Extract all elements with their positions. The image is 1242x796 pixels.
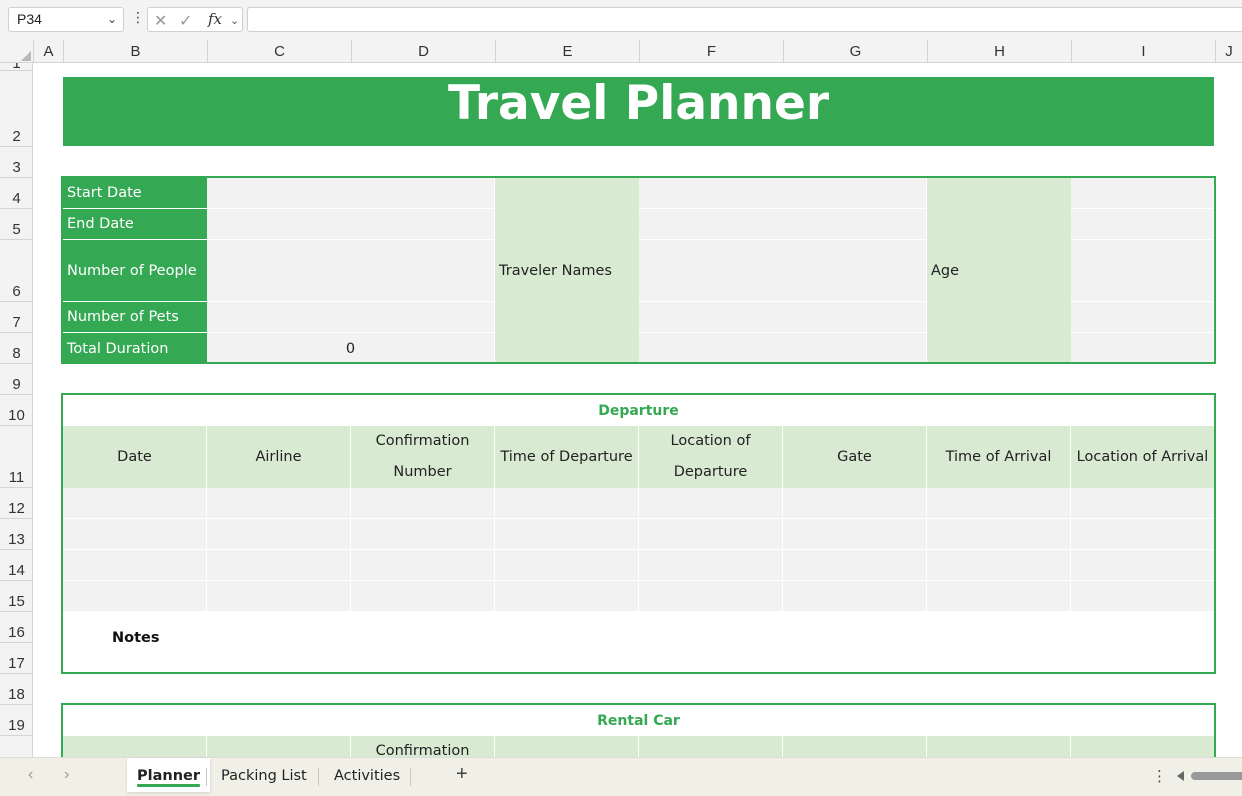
row-header-12[interactable]: 12 [0, 488, 32, 519]
row-header-5[interactable]: 5 [0, 209, 32, 240]
add-sheet-icon[interactable]: + [456, 763, 468, 786]
row-header-14[interactable]: 14 [0, 550, 32, 581]
name-box-value: P34 [17, 11, 42, 27]
formula-buttons: ✕ ✓ fx ⌄ [147, 7, 243, 32]
row-header-18[interactable]: 18 [0, 674, 32, 705]
column-header-bar: A B C D E F G H I J [0, 40, 1242, 63]
horizontal-scrollbar[interactable] [1177, 771, 1242, 781]
tab-divider [318, 768, 319, 786]
sheet-tab-label: Activities [334, 768, 401, 784]
column-header-h[interactable]: H [927, 40, 1071, 63]
confirm-icon[interactable]: ✓ [179, 11, 192, 31]
column-header-a[interactable]: A [33, 40, 63, 63]
sheet-tab-bar: ‹ › Planner Packing List Activities + ⋮ [0, 757, 1242, 796]
sheet-tab-label: Packing List [221, 768, 307, 784]
sheet-tab-activities[interactable]: Activities [324, 758, 410, 792]
row-header-10[interactable]: 10 [0, 395, 32, 426]
row-header-11[interactable]: 11 [0, 426, 32, 488]
row-header-19[interactable]: 19 [0, 705, 32, 736]
chevron-down-icon[interactable]: ⌄ [230, 14, 239, 27]
row-header-6[interactable]: 6 [0, 240, 32, 302]
row-header-7[interactable]: 7 [0, 302, 32, 333]
scroll-left-icon[interactable] [1177, 771, 1184, 781]
column-header-b[interactable]: B [63, 40, 207, 63]
name-box[interactable]: P34 ⌄ [8, 7, 124, 32]
active-tab-indicator [137, 784, 201, 787]
column-header-j[interactable]: J [1215, 40, 1242, 63]
column-header-f[interactable]: F [639, 40, 783, 63]
column-header-c[interactable]: C [207, 40, 351, 63]
worksheet-grid[interactable]: Travel Planner Start Date End Date Numbe… [33, 63, 1242, 757]
column-header-e[interactable]: E [495, 40, 639, 63]
row-header-9[interactable]: 9 [0, 364, 32, 395]
sheet-tab-packing-list[interactable]: Packing List [211, 758, 317, 792]
row-header-1[interactable]: 1 [0, 63, 32, 71]
chevron-right-icon[interactable]: › [64, 766, 69, 784]
tab-divider [410, 768, 411, 786]
row-header-16[interactable]: 16 [0, 612, 32, 643]
formula-bar: P34 ⌄ ⋮ ✕ ✓ fx ⌄ [0, 0, 1242, 40]
function-icon[interactable]: fx [208, 10, 222, 28]
sheet-tab-label: Planner [137, 768, 201, 784]
row-header-4[interactable]: 4 [0, 178, 32, 209]
row-header-3[interactable]: 3 [0, 147, 32, 178]
row-header-17[interactable]: 17 [0, 643, 32, 674]
more-options-icon[interactable]: ⋮ [1152, 767, 1167, 785]
rental-car-section-border [61, 703, 1216, 757]
column-header-d[interactable]: D [351, 40, 495, 63]
row-header-13[interactable]: 13 [0, 519, 32, 550]
column-header-g[interactable]: G [783, 40, 927, 63]
departure-section-border [61, 393, 1216, 674]
row-header-bar: 1 2 3 4 5 6 7 8 9 10 11 12 13 14 15 16 1… [0, 63, 33, 757]
chevron-left-icon[interactable]: ‹ [28, 766, 33, 784]
more-options-icon[interactable]: ⋮ [131, 9, 145, 26]
select-all-corner[interactable] [0, 40, 33, 63]
formula-input[interactable] [247, 7, 1242, 32]
page-title: Travel Planner [63, 77, 1214, 146]
row-header-8[interactable]: 8 [0, 333, 32, 364]
scrollbar-thumb[interactable] [1191, 772, 1242, 780]
chevron-down-icon[interactable]: ⌄ [107, 8, 117, 31]
sheet-tab-planner[interactable]: Planner [127, 758, 211, 792]
row-header-2[interactable]: 2 [0, 71, 32, 147]
trip-info-border [61, 176, 1216, 364]
tab-divider [206, 768, 207, 786]
cancel-icon[interactable]: ✕ [154, 11, 167, 31]
row-header-15[interactable]: 15 [0, 581, 32, 612]
column-header-i[interactable]: I [1071, 40, 1215, 63]
